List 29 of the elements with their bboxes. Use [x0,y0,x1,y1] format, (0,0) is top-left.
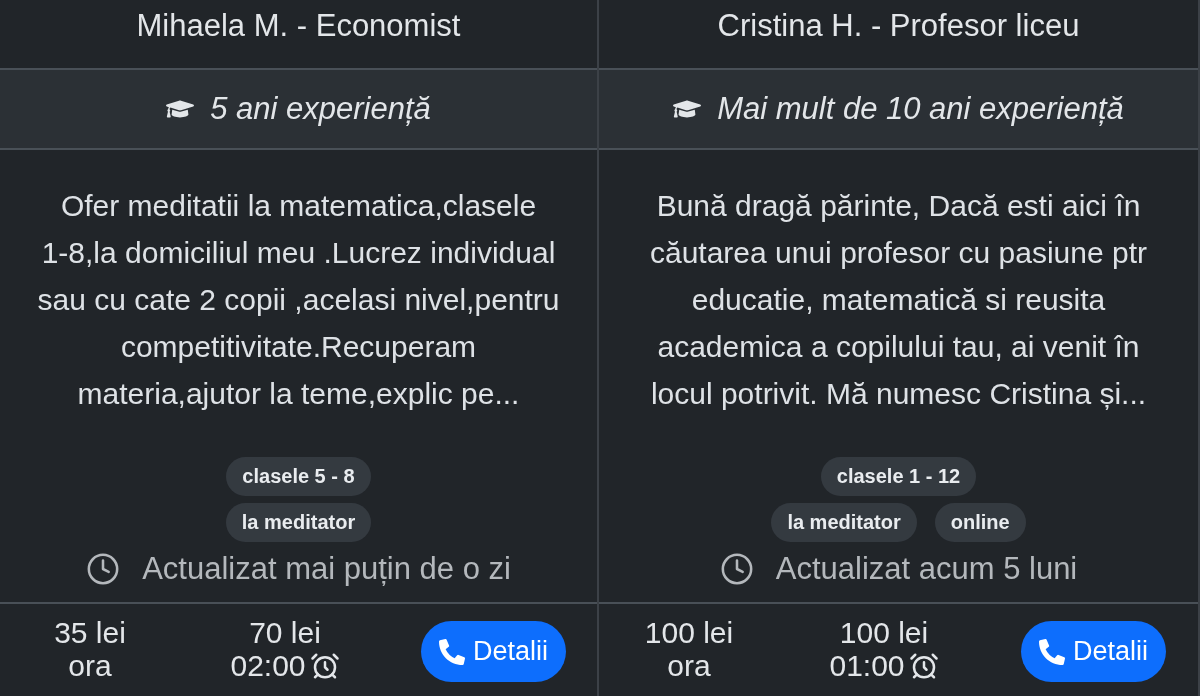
price-unit: ora [68,649,112,682]
phone-icon [1039,638,1065,665]
alarm-clock-icon [908,650,939,681]
description-text: Bună dragă părinte, Dacă esti aici în căutarea unui profesor cu pasiune ptr educatie, matematică si reusita academica a copilului tau, ai venit în locul potrivit. Mă numesc Cristina și... [648,188,1148,412]
session-duration: 01:00 [829,649,905,682]
tag: la meditator [225,503,372,542]
experience-text: 5 ani experiență [210,91,431,127]
session-duration: 02:00 [230,649,306,682]
description-text: Ofer meditatii la matematica,clasele 1-8,la domiciliul meu .Lucrez individual sau cu cate 2 copii ,acelasi nivel,pentru competitivitate.Recuperam materia,ajutor la teme,explic pe... [36,188,561,412]
details-button[interactable]: Detalii [421,621,566,682]
session-price: 70 lei [249,616,321,649]
tag: online [934,503,1026,542]
hourly-price: 35 lei [54,616,126,649]
phone-icon [439,638,465,665]
clock-icon [86,552,121,586]
hourly-price: 100 lei [644,616,734,649]
session-price: 100 lei [839,616,929,649]
alarm-clock-icon [309,650,340,681]
clock-icon [719,552,754,586]
tag: la meditator [771,503,917,542]
tag: clasele 1 - 12 [820,457,977,496]
teacher-name: Cristina H. - Profesor liceu [717,7,1080,45]
updated-text: Actualizat acum 5 luni [775,550,1078,588]
experience-text: Mai mult de 10 ani experiență [717,91,1124,127]
details-button[interactable]: Detalii [1021,621,1166,682]
price-unit: ora [667,649,711,682]
updated-text: Actualizat mai puțin de o zi [142,550,511,588]
teacher-name: Mihaela M. - Economist [136,7,461,45]
tag: clasele 5 - 8 [226,457,371,496]
